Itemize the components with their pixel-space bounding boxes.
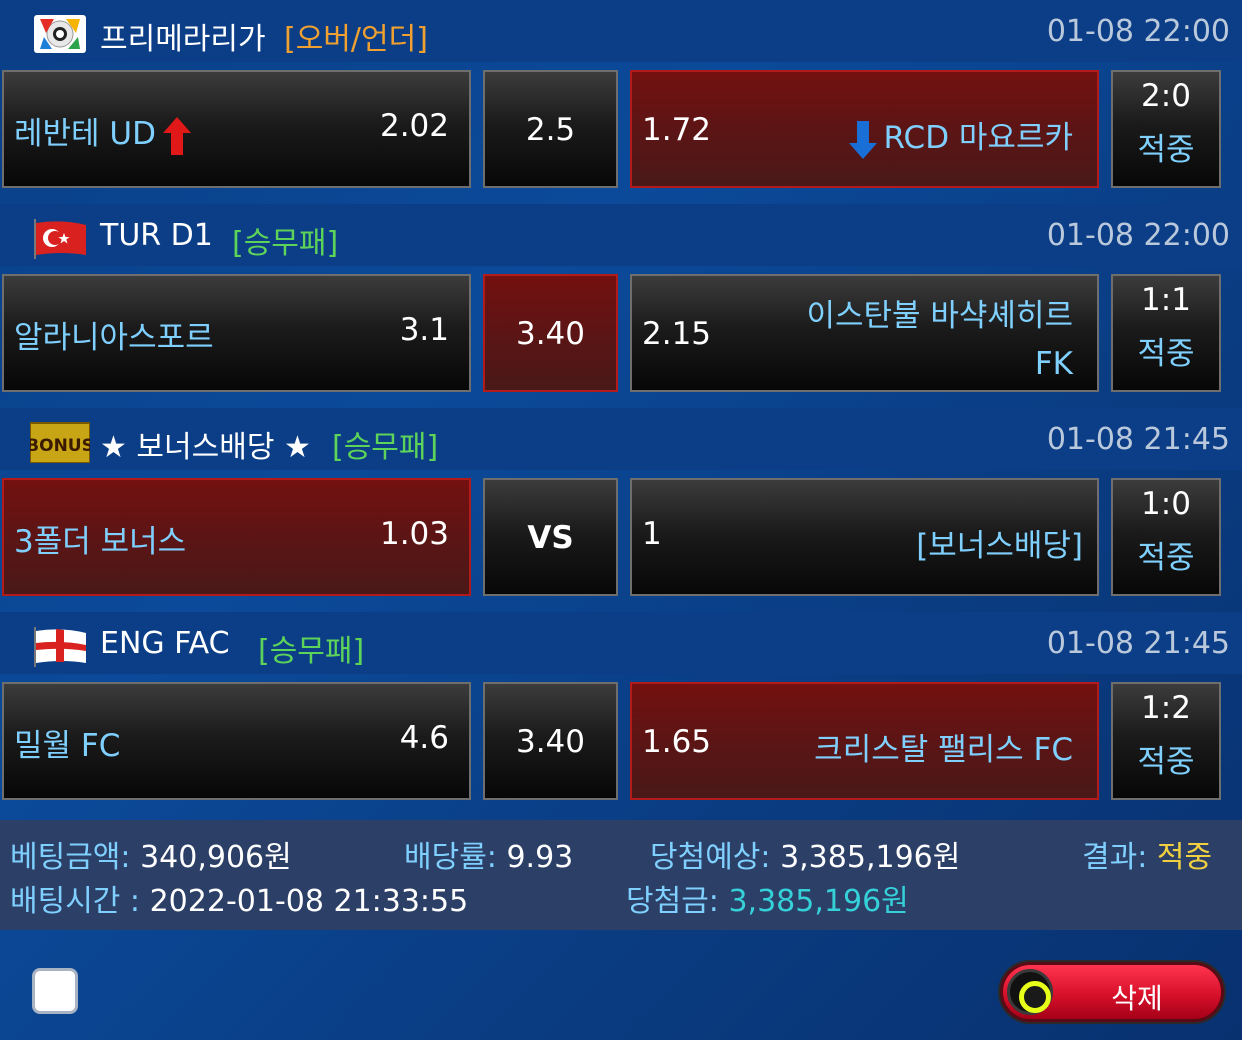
vs-label: VS xyxy=(527,520,574,556)
select-checkbox[interactable] xyxy=(32,968,78,1014)
match-block: ENG FAC [승무패] 01-08 21:45 밀월 FC 4.6 3.40… xyxy=(0,612,1242,816)
bet-type: [승무패] xyxy=(332,430,439,465)
turkey-flag-icon xyxy=(34,219,86,259)
match-time: 01-08 22:00 xyxy=(1046,14,1230,49)
away-option[interactable]: 2.15 이스탄불 바샥셰히르 FK xyxy=(630,274,1099,392)
match-header: BONUS ★ 보너스배당 ★ [승무패] 01-08 21:45 xyxy=(0,408,1242,470)
match-time: 01-08 21:45 xyxy=(1046,422,1230,457)
handicap-value: 2.5 xyxy=(525,112,576,148)
home-team: 알라니아스포르 xyxy=(14,320,214,356)
result-label: 적중 xyxy=(1137,336,1195,372)
league-name: ENG FAC xyxy=(100,626,230,661)
button-dot-icon xyxy=(1007,969,1053,1015)
away-option[interactable]: 1 [보너스배당] xyxy=(630,478,1099,596)
score: 1:2 xyxy=(1141,690,1191,726)
mid-option[interactable]: 2.5 xyxy=(483,70,618,188)
bet-summary: 베팅금액: 340,906원 배당률: 9.93 당첨예상: 3,385,196… xyxy=(0,820,1242,930)
match-header: TUR D1 [승무패] 01-08 22:00 xyxy=(0,204,1242,266)
result-cell: 2:0 적중 xyxy=(1111,70,1221,188)
home-odds: 4.6 xyxy=(399,720,449,756)
match-time: 01-08 22:00 xyxy=(1046,218,1230,253)
home-option[interactable]: 알라니아스포르 3.1 xyxy=(2,274,471,392)
away-odds: 2.15 xyxy=(642,316,712,352)
home-option[interactable]: 레반테 UD 2.02 xyxy=(2,70,471,188)
total-odds: 배당률: 9.93 xyxy=(404,840,574,875)
match-time: 01-08 21:45 xyxy=(1046,626,1230,661)
bet-type: [승무패] xyxy=(258,634,365,669)
home-team: 3폴더 보너스 xyxy=(14,524,187,560)
away-team: [보너스배당] xyxy=(916,528,1083,564)
match-header: ENG FAC [승무패] 01-08 21:45 xyxy=(0,612,1242,674)
svg-text:BONUS: BONUS xyxy=(30,436,90,456)
match-block: 프리메라리가 [오버/언더] 01-08 22:00 레반테 UD 2.02 2… xyxy=(0,0,1242,204)
league-name: ★ 보너스배당 ★ xyxy=(100,430,311,465)
result-cell: 1:2 적중 xyxy=(1111,682,1221,800)
away-odds: 1.72 xyxy=(642,112,712,148)
draw-odds: 3.40 xyxy=(515,316,586,352)
home-odds: 2.02 xyxy=(379,108,449,144)
delete-button[interactable]: 삭제 xyxy=(1000,962,1224,1022)
away-odds: 1.65 xyxy=(642,724,712,760)
bet-result: 결과: 적중 xyxy=(1082,840,1213,875)
away-team: 이스탄불 바샥셰히르 FK xyxy=(806,298,1073,382)
result-label: 적중 xyxy=(1137,540,1195,576)
result-cell: 1:1 적중 xyxy=(1111,274,1221,392)
mid-option[interactable]: 3.40 xyxy=(483,274,618,392)
score: 1:1 xyxy=(1141,282,1191,318)
bet-type: [오버/언더] xyxy=(284,22,428,57)
bet-type: [승무패] xyxy=(232,226,339,261)
arrow-down-icon xyxy=(848,120,877,159)
match-block: BONUS ★ 보너스배당 ★ [승무패] 01-08 21:45 3폴더 보너… xyxy=(0,408,1242,612)
away-team: RCD 마요르카 xyxy=(848,112,1073,161)
home-option[interactable]: 밀월 FC 4.6 xyxy=(2,682,471,800)
laliga-logo-icon xyxy=(34,15,86,53)
match-block: TUR D1 [승무패] 01-08 22:00 알라니아스포르 3.1 3.4… xyxy=(0,204,1242,408)
score: 1:0 xyxy=(1141,486,1191,522)
result-label: 적중 xyxy=(1137,744,1195,780)
mid-option[interactable]: 3.40 xyxy=(483,682,618,800)
home-team: 밀월 FC xyxy=(14,728,121,764)
home-option[interactable]: 3폴더 보너스 1.03 xyxy=(2,478,471,596)
arrow-up-icon xyxy=(162,116,191,155)
match-header: 프리메라리가 [오버/언더] 01-08 22:00 xyxy=(0,0,1242,62)
delete-label: 삭제 xyxy=(1111,982,1163,1015)
bonus-badge-icon: BONUS xyxy=(30,422,90,463)
away-option[interactable]: 1.72 RCD 마요르카 xyxy=(630,70,1099,188)
result-cell: 1:0 적중 xyxy=(1111,478,1221,596)
result-label: 적중 xyxy=(1137,132,1195,168)
home-odds: 3.1 xyxy=(399,312,449,348)
home-team: 레반테 UD xyxy=(14,108,192,157)
expected-win: 당첨예상: 3,385,196원 xyxy=(650,840,961,875)
away-option[interactable]: 1.65 크리스탈 팰리스 FC xyxy=(630,682,1099,800)
league-name: TUR D1 xyxy=(100,218,213,253)
score: 2:0 xyxy=(1141,78,1191,114)
bet-amount: 베팅금액: 340,906원 xyxy=(10,840,292,875)
away-team: 크리스탈 팰리스 FC xyxy=(814,732,1073,768)
bet-time: 배팅시간 : 2022-01-08 21:33:55 xyxy=(10,884,469,919)
win-amount: 당첨금: 3,385,196원 xyxy=(626,884,909,919)
away-odds: 1 xyxy=(642,516,662,552)
home-odds: 1.03 xyxy=(379,516,449,552)
league-name: 프리메라리가 xyxy=(100,22,266,57)
mid-option[interactable]: VS xyxy=(483,478,618,596)
draw-odds: 3.40 xyxy=(515,724,586,760)
england-flag-icon xyxy=(34,627,86,667)
